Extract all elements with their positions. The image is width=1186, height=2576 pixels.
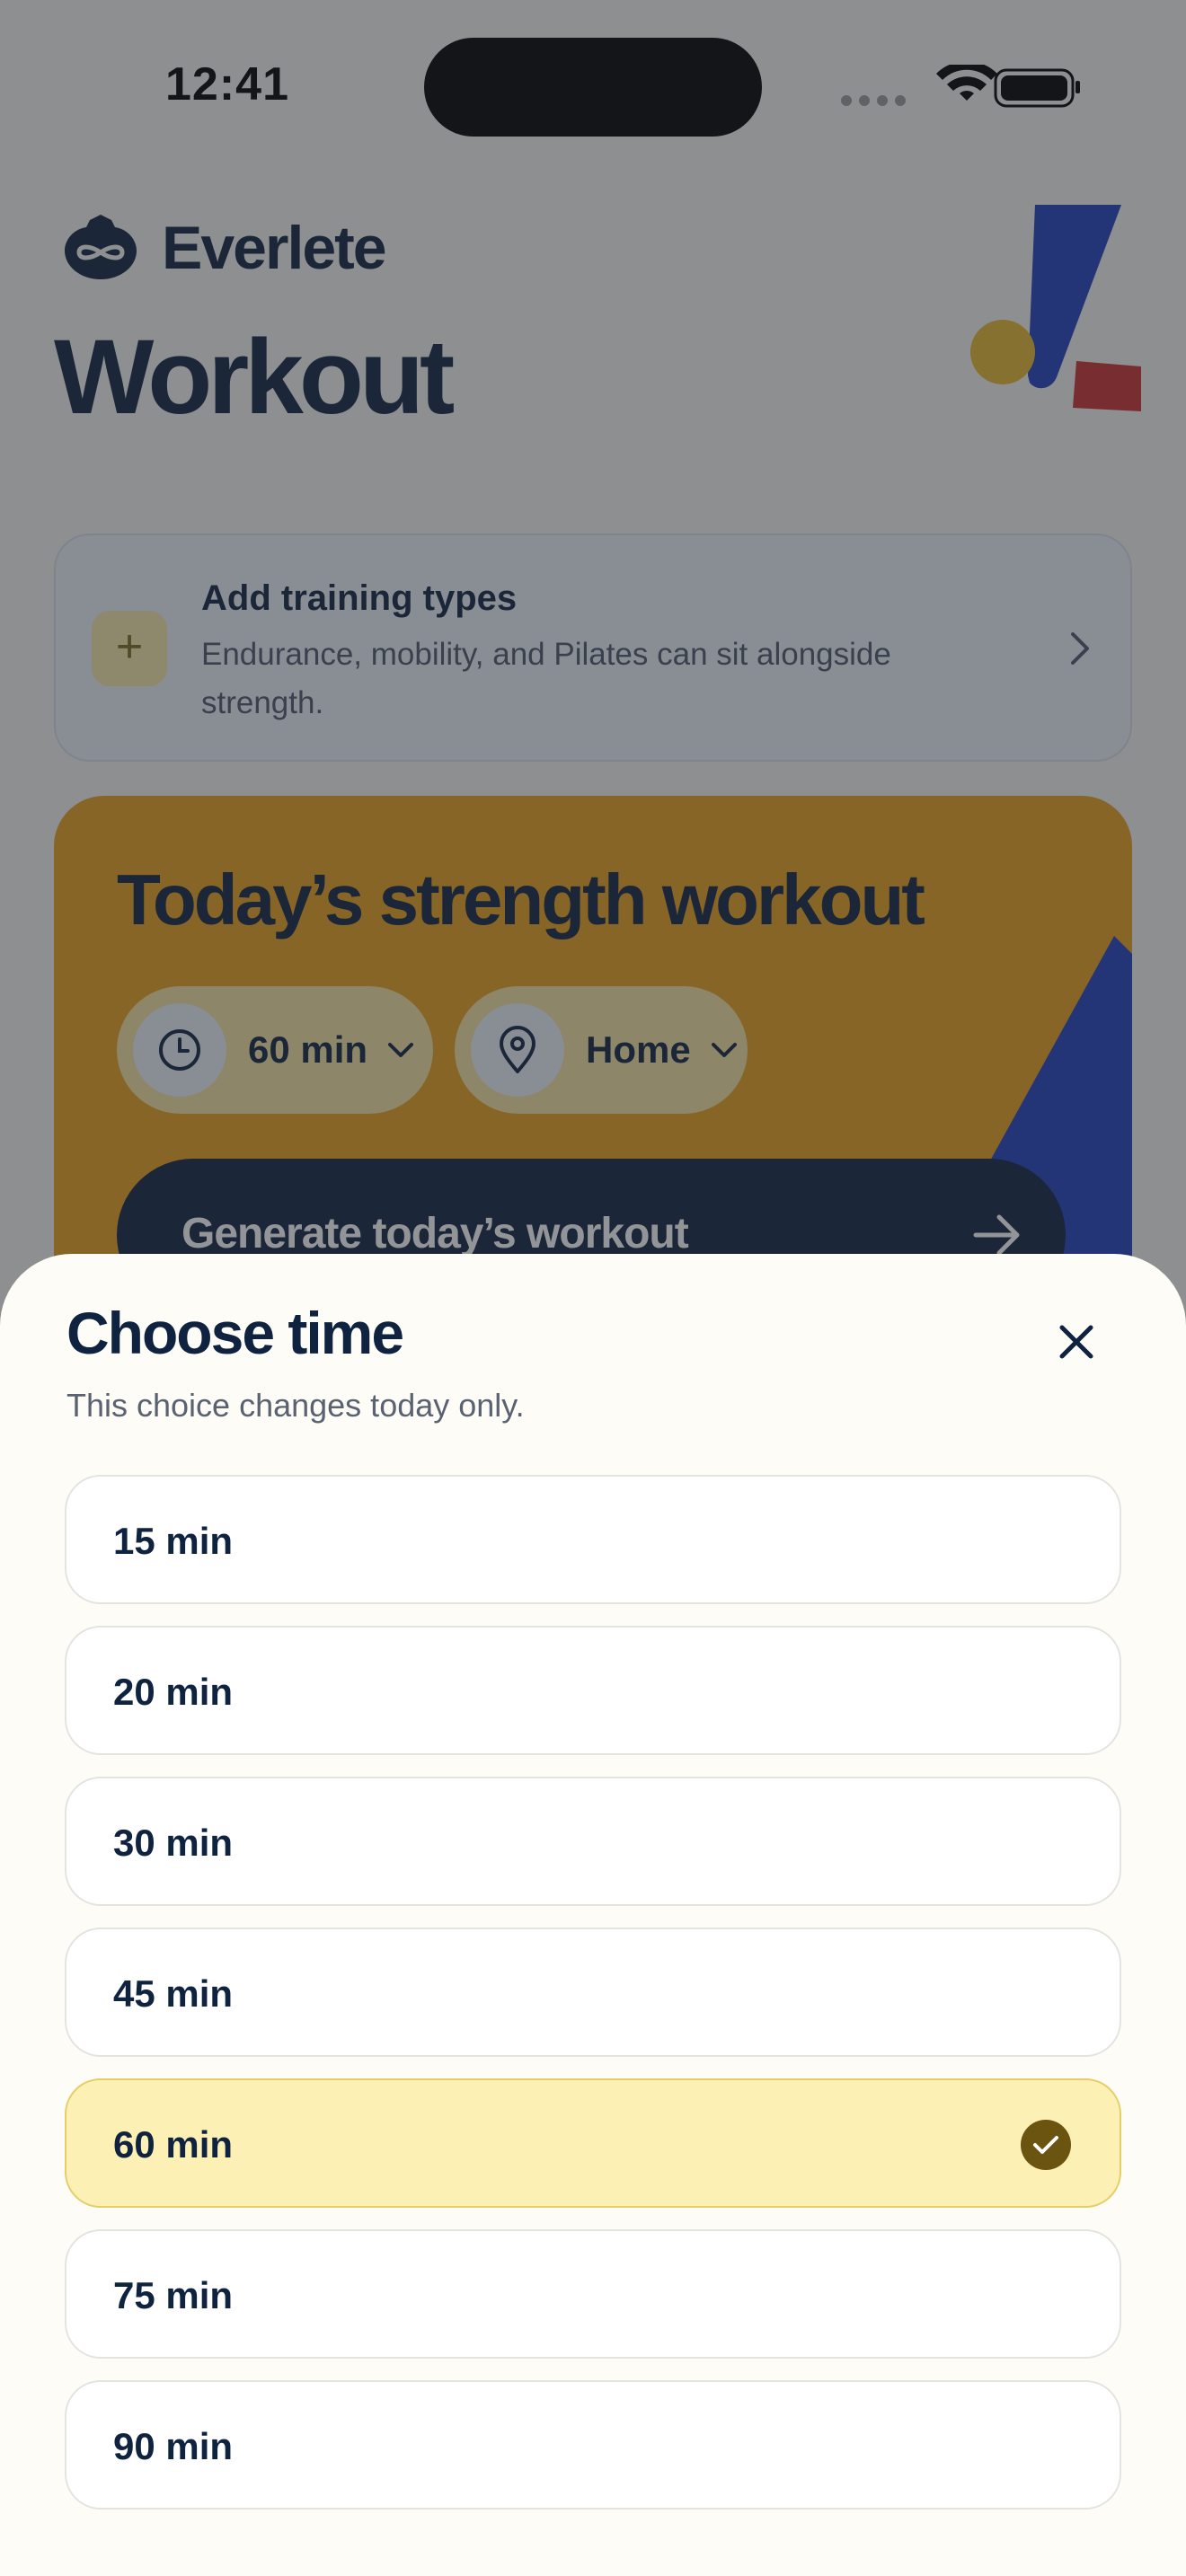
time-option-30[interactable]: 30 min (65, 1777, 1121, 1906)
time-option-90[interactable]: 90 min (65, 2380, 1121, 2510)
time-options-list: 15 min 20 min 30 min 45 min 60 min 75 mi… (65, 1475, 1121, 2531)
close-button[interactable] (1039, 1304, 1114, 1380)
sheet-title: Choose time (66, 1300, 404, 1366)
sheet-subtitle: This choice changes today only. (66, 1387, 525, 1424)
time-option-label: 20 min (113, 1671, 234, 1713)
time-option-label: 75 min (113, 2274, 234, 2316)
time-option-label: 45 min (113, 1972, 234, 2015)
time-option-label: 15 min (113, 1520, 234, 1562)
time-option-45[interactable]: 45 min (65, 1928, 1121, 2057)
choose-time-sheet: Choose time This choice changes today on… (0, 1254, 1186, 2576)
time-option-60-selected[interactable]: 60 min (65, 2078, 1121, 2208)
close-icon (1059, 1325, 1093, 1359)
time-option-20[interactable]: 20 min (65, 1626, 1121, 1755)
time-option-label: 60 min (113, 2123, 234, 2166)
time-option-15[interactable]: 15 min (65, 1475, 1121, 1604)
checkmark-icon (1021, 2120, 1071, 2170)
time-option-label: 90 min (113, 2425, 234, 2467)
time-option-label: 30 min (113, 1822, 234, 1864)
time-option-75[interactable]: 75 min (65, 2229, 1121, 2359)
